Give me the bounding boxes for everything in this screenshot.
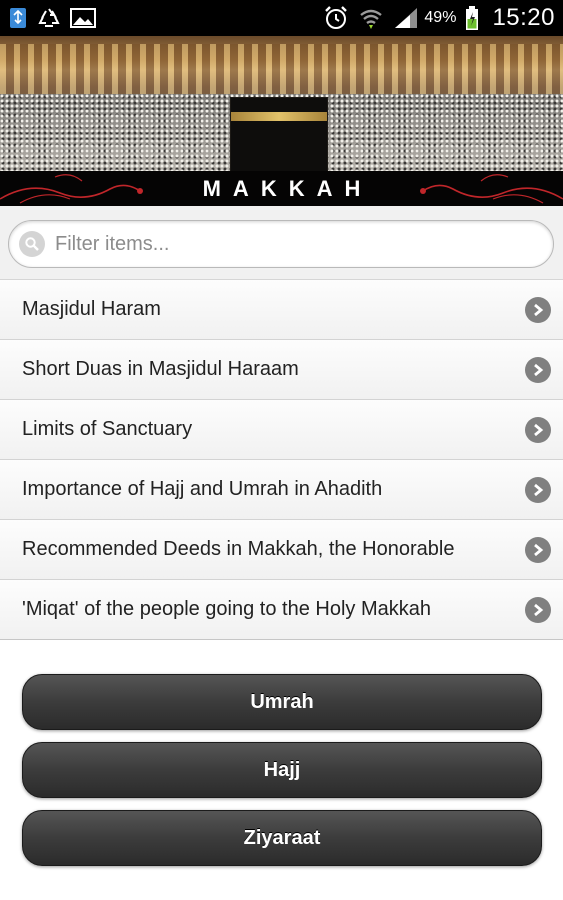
list-item[interactable]: 'Miqat' of the people going to the Holy …: [0, 580, 563, 640]
ziyaraat-button[interactable]: Ziyaraat: [22, 810, 542, 866]
list-item-label: Short Duas in Masjidul Haraam: [22, 358, 299, 380]
battery-percent: 49%: [424, 9, 457, 26]
search-icon: [19, 231, 45, 257]
chevron-right-icon: [525, 416, 551, 443]
filter-input[interactable]: [53, 223, 527, 265]
list-item[interactable]: Recommended Deeds in Makkah, the Honorab…: [0, 520, 563, 580]
hajj-button[interactable]: Hajj: [22, 742, 542, 798]
filter-bar: [0, 206, 563, 280]
nav-buttons: Umrah Hajj Ziyaraat: [22, 674, 542, 878]
status-bar: 49% 15:20: [0, 0, 563, 36]
clock: 15:20: [492, 4, 555, 31]
chevron-right-icon: [525, 596, 551, 623]
chevron-right-icon: [525, 356, 551, 383]
list-item-label: Limits of Sanctuary: [22, 418, 193, 440]
chevron-right-icon: [525, 536, 551, 563]
title-strip: MAKKAH: [0, 171, 563, 206]
list-item-label: 'Miqat' of the people going to the Holy …: [22, 598, 431, 620]
decorative-swirl-left-icon: [0, 174, 143, 204]
list-item[interactable]: Short Duas in Masjidul Haraam: [0, 340, 563, 400]
list-item-label: Recommended Deeds in Makkah, the Honorab…: [22, 538, 455, 560]
decorative-swirl-right-icon: [420, 174, 563, 204]
status-bar-right: 49% 15:20: [323, 4, 555, 32]
image-icon: [70, 7, 96, 29]
list-item[interactable]: Masjidul Haram: [0, 280, 563, 340]
filter-field[interactable]: [8, 220, 554, 268]
battery-icon: [465, 5, 479, 31]
umrah-button[interactable]: Umrah: [22, 674, 542, 730]
chevron-right-icon: [525, 476, 551, 503]
list-item[interactable]: Limits of Sanctuary: [0, 400, 563, 460]
alarm-icon: [323, 5, 349, 31]
topics-list: Masjidul Haram Short Duas in Masjidul Ha…: [0, 280, 563, 641]
list-item-label: Masjidul Haram: [22, 298, 161, 320]
mosque-arches: [0, 44, 563, 94]
wifi-icon: [358, 5, 384, 31]
header-banner: MAKKAH: [0, 36, 563, 206]
usb-icon: [8, 7, 28, 29]
page-title: MAKKAH: [202, 175, 373, 201]
chevron-right-icon: [525, 296, 551, 323]
list-item-label: Importance of Hajj and Umrah in Ahadith: [22, 478, 383, 500]
signal-icon: [393, 6, 419, 30]
status-bar-left: [8, 7, 96, 29]
list-item[interactable]: Importance of Hajj and Umrah in Ahadith: [0, 460, 563, 520]
kaaba-gold-band: [231, 112, 327, 121]
recycle-icon: [37, 7, 61, 29]
